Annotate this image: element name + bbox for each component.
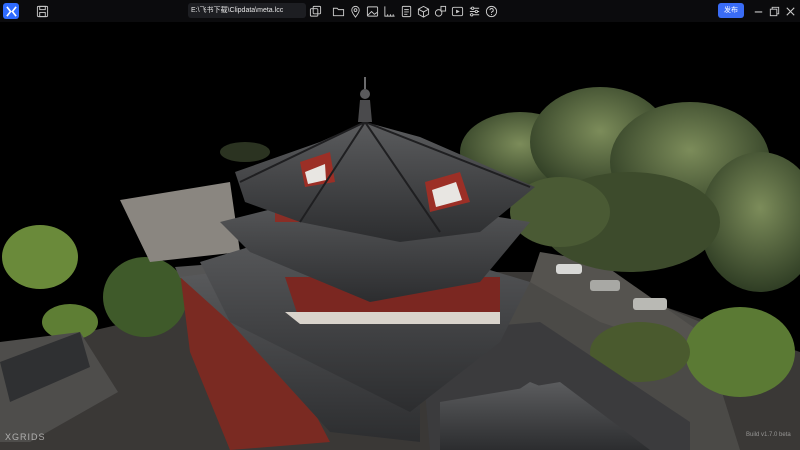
3d-viewport[interactable]: XGRIDS Build v1.7.0 beta [0,22,800,450]
save-icon[interactable] [35,4,49,18]
video-icon[interactable] [450,4,464,18]
version-label: Build v1.7.0 beta [746,432,791,438]
restore-icon[interactable] [767,4,781,18]
folder-icon[interactable] [331,4,345,18]
car [556,264,582,274]
car [590,280,620,291]
shapes-icon[interactable] [433,4,447,18]
app-logo-icon[interactable] [3,3,19,19]
document-icon[interactable] [399,4,413,18]
close-icon[interactable] [783,4,797,18]
brand-watermark: XGRIDS [5,432,46,442]
top-toolbar: E:\飞书下载\Clipdata\meta.lcc 发布 [0,0,800,22]
image-icon[interactable] [365,4,379,18]
file-path-field[interactable]: E:\飞书下载\Clipdata\meta.lcc [188,3,306,18]
location-pin-icon[interactable] [348,4,362,18]
publish-button[interactable]: 发布 [718,3,744,18]
cube-icon[interactable] [416,4,430,18]
sliders-icon[interactable] [467,4,481,18]
car [633,298,667,310]
layers-icon[interactable] [308,4,322,18]
pagoda-point-cloud-scene [0,77,800,450]
measure-icon[interactable] [382,4,396,18]
help-icon[interactable] [484,4,498,18]
minimize-icon[interactable] [751,4,765,18]
